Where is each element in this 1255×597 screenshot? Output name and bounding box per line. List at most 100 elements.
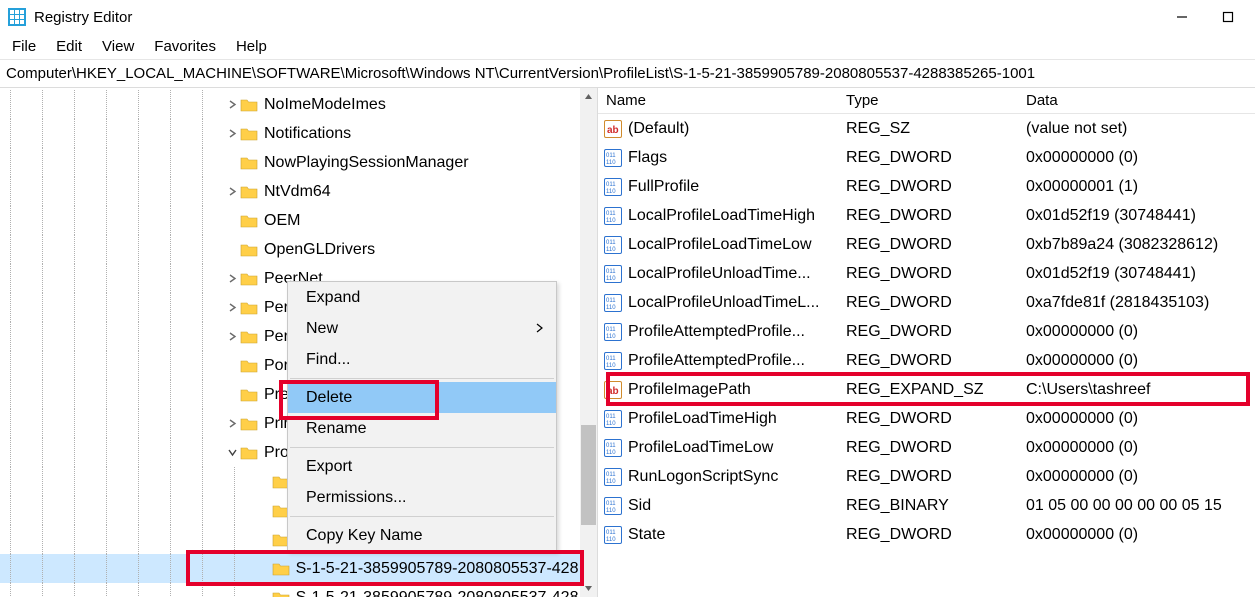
tree-item[interactable]: S-1-5-21-3859905789-2080805537-428838 xyxy=(0,554,597,583)
ctx-item-expand[interactable]: Expand xyxy=(288,282,556,313)
folder-icon xyxy=(272,561,290,577)
value-type: REG_BINARY xyxy=(838,497,1018,515)
list-header: Name Type Data xyxy=(598,88,1255,114)
value-type: REG_DWORD xyxy=(838,149,1018,167)
value-data: 0x00000001 (1) xyxy=(1018,178,1255,196)
ctx-item-label: Find... xyxy=(306,351,350,369)
col-header-name[interactable]: Name xyxy=(598,90,838,111)
list-row[interactable]: ProfileAttemptedProfile...REG_DWORD0x000… xyxy=(598,346,1255,375)
tree-item[interactable]: OpenGLDrivers xyxy=(0,235,597,264)
tree-item[interactable]: Notifications xyxy=(0,119,597,148)
ctx-item-label: Export xyxy=(306,458,352,476)
col-header-data[interactable]: Data xyxy=(1018,90,1255,111)
value-name: ProfileLoadTimeLow xyxy=(628,439,773,457)
values-list: Name Type Data (Default)REG_SZ(value not… xyxy=(598,88,1255,597)
list-row[interactable]: StateREG_DWORD0x00000000 (0) xyxy=(598,520,1255,549)
menu-view[interactable]: View xyxy=(92,36,144,57)
value-data: 0xb7b89a24 (3082328612) xyxy=(1018,236,1255,254)
tree-item-label: OpenGLDrivers xyxy=(264,241,375,259)
value-name: ProfileImagePath xyxy=(628,381,751,399)
ctx-item-find[interactable]: Find... xyxy=(288,344,556,375)
ctx-item-copy-key-name[interactable]: Copy Key Name xyxy=(288,520,556,551)
maximize-button[interactable] xyxy=(1205,0,1251,34)
folder-icon xyxy=(240,300,258,316)
value-data: 0x01d52f19 (30748441) xyxy=(1018,207,1255,225)
value-type: REG_DWORD xyxy=(838,439,1018,457)
folder-icon xyxy=(240,126,258,142)
tree-item-label: NtVdm64 xyxy=(264,183,331,201)
context-menu: ExpandNew Find... DeleteRename Export Permis… xyxy=(287,281,557,552)
ctx-item-rename[interactable]: Rename xyxy=(288,413,556,444)
value-type: REG_DWORD xyxy=(838,352,1018,370)
value-data: 0x01d52f19 (30748441) xyxy=(1018,265,1255,283)
menu-separator xyxy=(290,378,554,379)
menu-file[interactable]: File xyxy=(2,36,46,57)
chevron-right-icon[interactable] xyxy=(224,129,240,138)
list-row[interactable]: RunLogonScriptSyncREG_DWORD0x00000000 (0… xyxy=(598,462,1255,491)
chevron-down-icon[interactable] xyxy=(224,448,240,457)
value-name: LocalProfileUnloadTime... xyxy=(628,265,811,283)
tree-item-label: NoImeModeImes xyxy=(264,96,386,114)
tree-scrollbar[interactable] xyxy=(580,88,597,597)
minimize-button[interactable] xyxy=(1159,0,1205,34)
list-row[interactable]: ProfileLoadTimeLowREG_DWORD0x00000000 (0… xyxy=(598,433,1255,462)
value-type: REG_DWORD xyxy=(838,410,1018,428)
value-name: LocalProfileLoadTimeLow xyxy=(628,236,812,254)
chevron-right-icon[interactable] xyxy=(224,419,240,428)
main-panes: NoImeModeImes NotificationsNowPlayingSess… xyxy=(0,88,1255,597)
reg-binary-icon xyxy=(604,497,622,515)
ctx-item-permissions[interactable]: Permissions... xyxy=(288,482,556,513)
list-row[interactable]: SidREG_BINARY01 05 00 00 00 00 00 05 15 xyxy=(598,491,1255,520)
value-data: 0x00000000 (0) xyxy=(1018,468,1255,486)
ctx-item-label: Copy Key Name xyxy=(306,527,423,545)
list-row[interactable]: ProfileAttemptedProfile...REG_DWORD0x000… xyxy=(598,317,1255,346)
list-row[interactable]: ProfileImagePathREG_EXPAND_SZC:\Users\ta… xyxy=(598,375,1255,404)
tree-item[interactable]: NtVdm64 xyxy=(0,177,597,206)
list-row[interactable]: LocalProfileUnloadTimeL...REG_DWORD0xa7f… xyxy=(598,288,1255,317)
tree-item[interactable]: S-1-5-21-3859905789-2080805537-428838 xyxy=(0,583,597,597)
value-data: 0x00000000 (0) xyxy=(1018,410,1255,428)
menu-favorites[interactable]: Favorites xyxy=(144,36,226,57)
list-row[interactable]: LocalProfileUnloadTime...REG_DWORD0x01d5… xyxy=(598,259,1255,288)
folder-icon xyxy=(240,445,258,461)
scroll-up-icon[interactable] xyxy=(580,88,597,105)
scrollbar-thumb[interactable] xyxy=(581,425,596,525)
value-name: (Default) xyxy=(628,120,689,138)
value-type: REG_DWORD xyxy=(838,236,1018,254)
value-type: REG_EXPAND_SZ xyxy=(838,381,1018,399)
value-name: LocalProfileUnloadTimeL... xyxy=(628,294,820,312)
value-type: REG_DWORD xyxy=(838,178,1018,196)
value-data: 0x00000000 (0) xyxy=(1018,352,1255,370)
address-input[interactable] xyxy=(0,60,1255,87)
reg-binary-icon xyxy=(604,439,622,457)
reg-string-icon xyxy=(604,381,622,399)
chevron-right-icon[interactable] xyxy=(224,274,240,283)
tree-item[interactable]: NoImeModeImes xyxy=(0,90,597,119)
chevron-right-icon[interactable] xyxy=(224,100,240,109)
list-row[interactable]: LocalProfileLoadTimeLow REG_DWORD0xb7b89a… xyxy=(598,230,1255,259)
list-row[interactable]: FullProfile REG_DWORD0x00000001 (1) xyxy=(598,172,1255,201)
tree-item[interactable]: NowPlayingSessionManager xyxy=(0,148,597,177)
chevron-right-icon[interactable] xyxy=(224,303,240,312)
menu-edit[interactable]: Edit xyxy=(46,36,92,57)
ctx-item-new[interactable]: New xyxy=(288,313,556,344)
folder-icon xyxy=(240,155,258,171)
chevron-right-icon[interactable] xyxy=(224,187,240,196)
folder-icon xyxy=(240,416,258,432)
col-header-type[interactable]: Type xyxy=(838,90,1018,111)
list-rows: (Default)REG_SZ(value not set)FlagsREG_D… xyxy=(598,114,1255,549)
chevron-right-icon[interactable] xyxy=(224,332,240,341)
tree-item[interactable]: OEM xyxy=(0,206,597,235)
value-name: FullProfile xyxy=(628,178,699,196)
list-row[interactable]: ProfileLoadTimeHighREG_DWORD0x00000000 (… xyxy=(598,404,1255,433)
list-row[interactable]: (Default)REG_SZ(value not set) xyxy=(598,114,1255,143)
list-row[interactable]: FlagsREG_DWORD0x00000000 (0) xyxy=(598,143,1255,172)
list-row[interactable]: LocalProfileLoadTimeHighREG_DWORD0x01d52… xyxy=(598,201,1255,230)
value-data: 01 05 00 00 00 00 00 05 15 xyxy=(1018,497,1255,515)
addressbar xyxy=(0,60,1255,88)
ctx-item-delete[interactable]: Delete xyxy=(288,382,556,413)
value-name: RunLogonScriptSync xyxy=(628,468,778,486)
scroll-down-icon[interactable] xyxy=(580,580,597,597)
ctx-item-export[interactable]: Export xyxy=(288,451,556,482)
menu-help[interactable]: Help xyxy=(226,36,277,57)
